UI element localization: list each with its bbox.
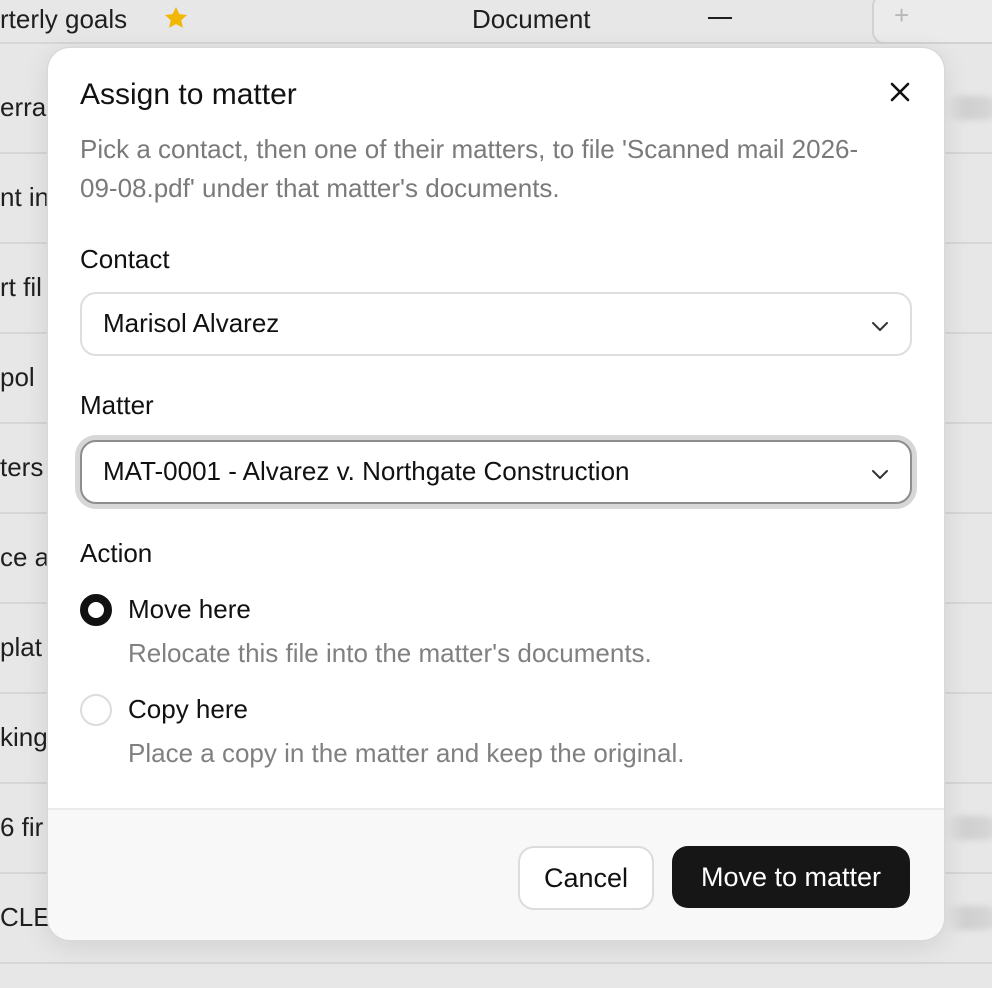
file-name: erral	[0, 92, 53, 122]
radio-button-checked[interactable]	[80, 594, 112, 626]
file-name: pol	[0, 362, 35, 392]
assign-to-matter-dialog: Assign to matter Pick a contact, then on…	[48, 48, 944, 940]
row-add-button[interactable]: +	[872, 0, 992, 44]
row-action-ghost	[946, 96, 992, 120]
radio-description: Relocate this file into the matter's doc…	[128, 638, 652, 668]
dialog-footer: Cancel Move to matter	[48, 808, 944, 940]
matter-select-value: MAT-0001 - Alvarez v. Northgate Construc…	[103, 456, 630, 486]
file-name: nt in	[0, 182, 50, 212]
radio-description: Place a copy in the matter and keep the …	[128, 738, 685, 768]
radio-copy-here[interactable]: Copy here Place a copy in the matter and…	[80, 694, 880, 780]
chevron-down-icon	[872, 322, 888, 331]
action-label: Action	[80, 538, 153, 568]
star-icon[interactable]	[162, 4, 190, 32]
contact-select-value: Marisol Alvarez	[103, 308, 280, 338]
contact-label: Contact	[80, 244, 170, 274]
file-name: CLE	[0, 902, 51, 932]
radio-label: Copy here	[128, 694, 248, 724]
file-name: king	[0, 722, 48, 752]
file-row[interactable]: rterly goals Document +	[0, 0, 992, 44]
radio-label: Move here	[128, 594, 251, 624]
file-name: 6 fir	[0, 812, 44, 842]
modified-dash	[708, 17, 732, 19]
file-name: rt fil	[0, 272, 42, 302]
file-name: ters	[0, 452, 44, 482]
file-type: Document	[472, 4, 591, 34]
dialog-title: Assign to matter	[80, 78, 297, 111]
move-to-matter-button[interactable]: Move to matter	[672, 846, 910, 908]
close-icon	[890, 82, 910, 102]
radio-button-unchecked[interactable]	[80, 694, 112, 726]
radio-move-here[interactable]: Move here Relocate this file into the ma…	[80, 594, 880, 680]
matter-label: Matter	[80, 390, 154, 420]
chevron-down-icon	[872, 470, 888, 479]
close-button[interactable]	[884, 76, 916, 108]
dialog-description: Pick a contact, then one of their matter…	[80, 134, 859, 203]
file-name: rterly goals	[0, 4, 128, 34]
row-action-ghost	[946, 816, 992, 840]
row-action-ghost	[946, 906, 992, 930]
matter-select[interactable]: MAT-0001 - Alvarez v. Northgate Construc…	[80, 440, 912, 504]
cancel-button[interactable]: Cancel	[518, 846, 654, 910]
contact-select[interactable]: Marisol Alvarez	[80, 292, 912, 356]
file-name: plat	[0, 632, 42, 662]
